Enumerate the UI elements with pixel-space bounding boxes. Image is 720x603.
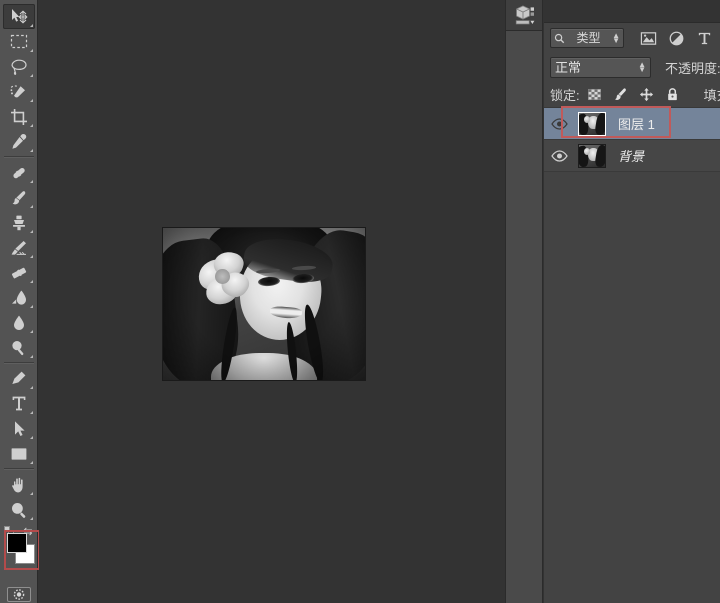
collapsed-panel-header: [506, 0, 542, 31]
layer-visibility-toggle[interactable]: [544, 149, 574, 162]
history-brush-tool[interactable]: [3, 235, 35, 260]
gradient-tool[interactable]: [3, 285, 35, 310]
tool-expand-corner: [29, 330, 33, 333]
type-tool[interactable]: [3, 391, 35, 416]
color-swatches: ⇆: [0, 526, 40, 582]
tool-expand-corner: [29, 255, 33, 258]
tool-expand-corner: [29, 99, 33, 102]
move-tool[interactable]: [2, 4, 35, 29]
tool-expand-corner: [29, 280, 33, 283]
layer-row[interactable]: 图层 1: [544, 106, 720, 140]
lock-image-pixels-icon[interactable]: [613, 87, 628, 102]
layer-filter-icons: [640, 30, 720, 47]
3d-cube-icon[interactable]: [512, 3, 536, 27]
hand-tool[interactable]: [3, 472, 35, 497]
panel-tab-bar[interactable]: [544, 0, 720, 23]
eye-icon: [550, 117, 568, 130]
lock-transparent-pixels-icon[interactable]: [587, 87, 602, 102]
tool-expand-corner: [29, 124, 33, 127]
tool-divider: [3, 362, 34, 364]
path-selection-tool[interactable]: [3, 416, 35, 441]
layer-filter-row: 类型 ▲ ▼: [544, 23, 720, 53]
rectangle-shape-tool[interactable]: [3, 441, 35, 466]
eye-icon: [550, 149, 568, 162]
layer-visibility-toggle[interactable]: [544, 117, 574, 130]
lock-row: 锁定: 填: [544, 81, 720, 107]
lasso-tool[interactable]: [3, 54, 35, 79]
tool-expand-corner: [29, 205, 33, 208]
layer-thumbnail-cell[interactable]: [574, 111, 610, 136]
fill-label: 填充:: [703, 87, 720, 103]
lock-position-icon[interactable]: [639, 87, 654, 102]
blend-stepper-arrows[interactable]: ▲ ▼: [638, 61, 646, 74]
eyedropper-tool[interactable]: [3, 129, 35, 154]
lock-icons: [587, 87, 680, 102]
layer-filter-kind-select[interactable]: 类型 ▲ ▼: [550, 28, 624, 48]
document-canvas-area[interactable]: [39, 0, 485, 603]
quick-mask-button[interactable]: [6, 586, 32, 603]
tool-expand-corner: [29, 24, 33, 27]
canvas-image[interactable]: [162, 227, 366, 381]
type-filter-icon[interactable]: [696, 30, 713, 47]
lock-label: 锁定:: [550, 87, 580, 103]
tool-expand-corner: [29, 386, 33, 389]
rectangular-marquee-tool[interactable]: [3, 29, 35, 54]
tool-expand-corner: [29, 517, 33, 520]
foreground-color-swatch[interactable]: [7, 533, 27, 553]
tool-expand-corner: [29, 230, 33, 233]
lock-all-icon[interactable]: [665, 87, 680, 102]
tool-divider: [3, 156, 34, 158]
blend-mode-select[interactable]: 正常 ▲ ▼: [550, 56, 651, 78]
search-icon: [554, 33, 565, 43]
pixel-filter-icon[interactable]: [640, 30, 657, 47]
clone-stamp-tool[interactable]: [3, 210, 35, 235]
tool-expand-corner: [29, 461, 33, 464]
tool-expand-corner: [29, 149, 33, 152]
crop-tool[interactable]: [3, 104, 35, 129]
layers-panel: 类型 ▲ ▼ 正常 ▲ ▼ 不透明度: 锁定: 填 图层 1 背景: [544, 0, 720, 603]
tool-expand-corner: [29, 436, 33, 439]
layer-thumbnail: [578, 143, 606, 168]
tool-expand-corner: [29, 492, 33, 495]
tool-divider: [3, 468, 34, 470]
collapsed-panel-rail: [505, 0, 543, 603]
blur-tool[interactable]: [3, 310, 35, 335]
kind-stepper-arrows[interactable]: ▲ ▼: [612, 32, 620, 45]
tool-expand-corner: [29, 411, 33, 414]
tool-expand-corner: [29, 180, 33, 183]
layer-row[interactable]: 背景: [544, 140, 720, 172]
tool-expand-corner: [29, 49, 33, 52]
zoom-tool[interactable]: [3, 497, 35, 522]
layer-name[interactable]: 图层 1: [618, 114, 655, 133]
pen-tool[interactable]: [3, 366, 35, 391]
layer-name[interactable]: 背景: [618, 146, 644, 165]
healing-brush-tool[interactable]: [3, 160, 35, 185]
tool-expand-corner: [29, 355, 33, 358]
blend-mode-row: 正常 ▲ ▼ 不透明度:: [544, 53, 720, 81]
photoshop-window: ⇆ 类型 ▲ ▼ 正常 ▲ ▼ 不透明度: 锁定: 填 图层 1 背景: [0, 0, 720, 603]
right-dock: 类型 ▲ ▼ 正常 ▲ ▼ 不透明度: 锁定: 填 图层 1 背景: [485, 0, 720, 603]
layer-filter-kind-value: 类型: [576, 31, 601, 45]
tool-expand-corner: [29, 74, 33, 77]
layer-thumbnail: [578, 111, 606, 136]
adjustment-filter-icon[interactable]: [668, 30, 685, 47]
layer-thumbnail-cell[interactable]: [574, 143, 610, 168]
layer-list: 图层 1 背景: [544, 106, 720, 172]
opacity-label: 不透明度:: [665, 60, 720, 76]
tools-panel: ⇆: [0, 0, 40, 603]
tool-expand-corner: [29, 305, 33, 308]
eraser-tool[interactable]: [3, 260, 35, 285]
blend-mode-value: 正常: [555, 59, 582, 75]
brush-tool[interactable]: [3, 185, 35, 210]
quick-selection-tool[interactable]: [3, 79, 35, 104]
dodge-tool[interactable]: [3, 335, 35, 360]
